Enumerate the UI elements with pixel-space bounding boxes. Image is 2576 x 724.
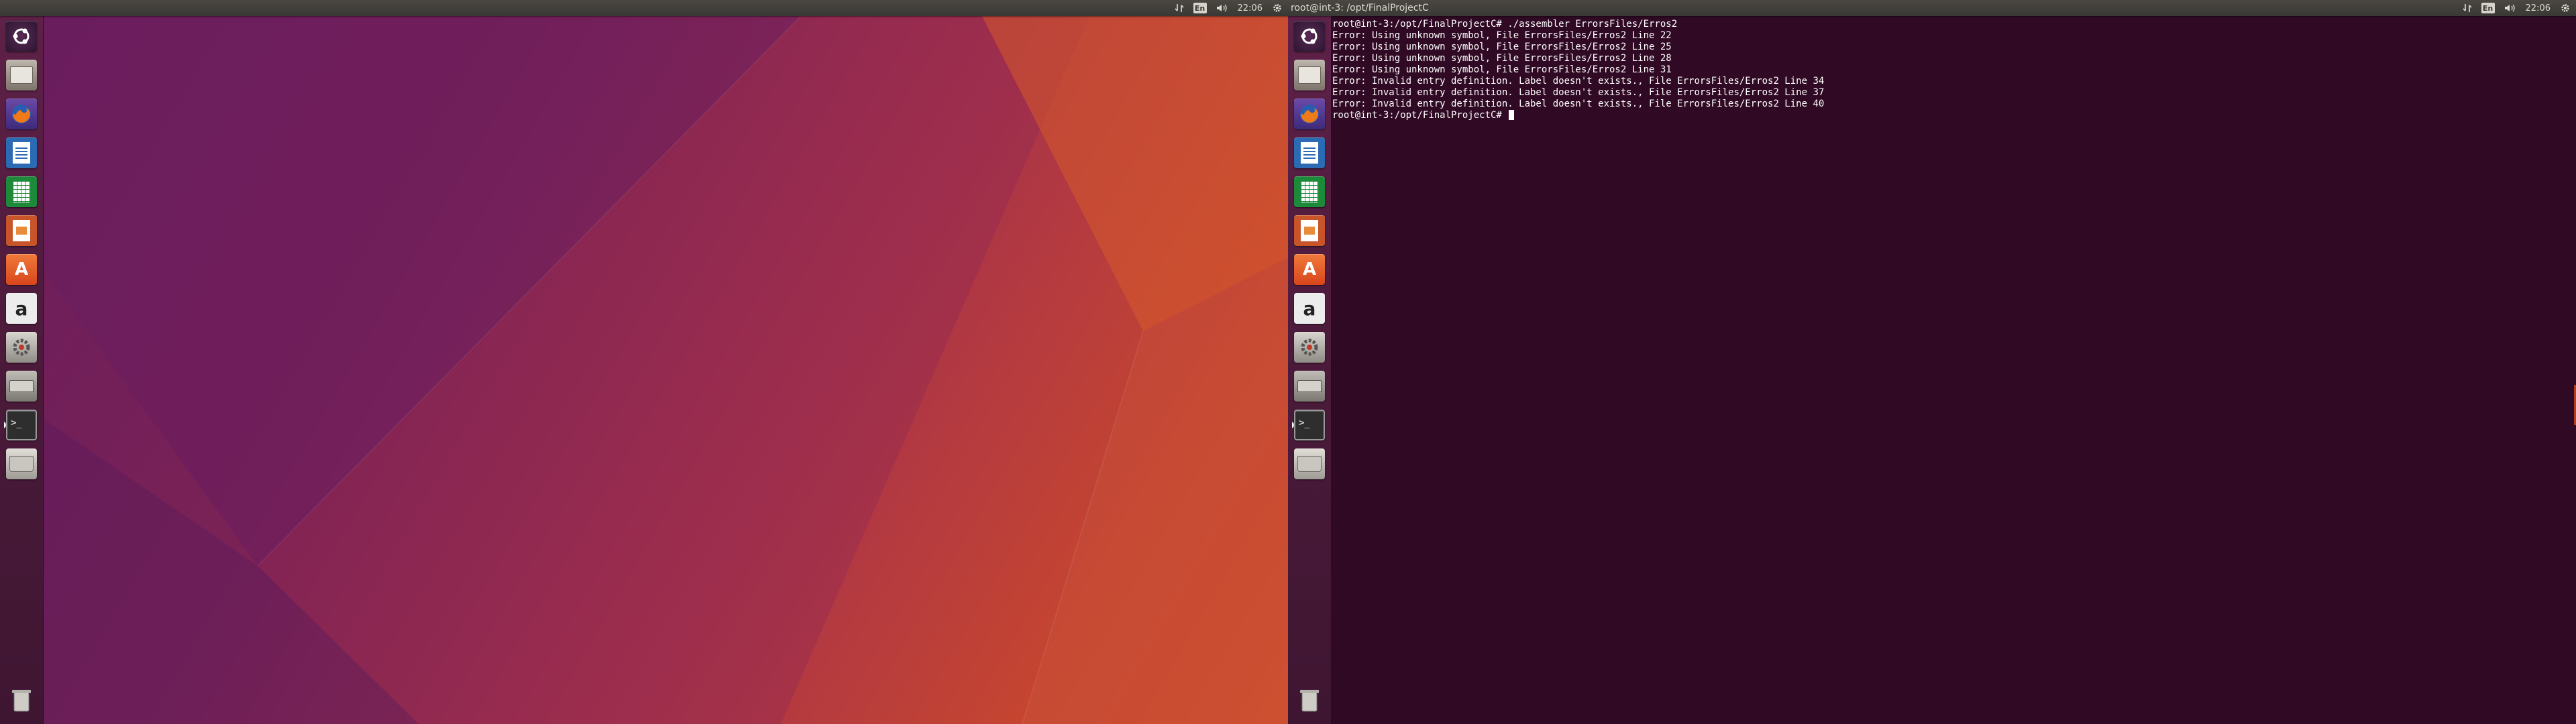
ubuntu-dash-icon[interactable] (1292, 19, 1327, 54)
desktop-wallpaper (43, 16, 1288, 724)
gear-icon[interactable] (1272, 3, 1283, 13)
volume-icon[interactable] (1216, 3, 1228, 13)
libreoffice-writer-icon[interactable] (4, 135, 39, 170)
ubuntu-software-icon[interactable]: A (1292, 252, 1327, 287)
amazon-icon[interactable]: a (1292, 291, 1327, 326)
system-settings-icon[interactable] (4, 330, 39, 365)
terminal-line: Error: Invalid entry definition. Label d… (1332, 76, 1825, 86)
libreoffice-calc-icon[interactable] (1292, 174, 1327, 209)
launcher-left: A a >_ (0, 16, 44, 724)
terminal-line: Error: Invalid entry definition. Label d… (1332, 87, 1825, 98)
usb-drive-icon[interactable] (1292, 446, 1327, 481)
keyboard-layout-indicator[interactable]: En (2481, 3, 2495, 13)
files-icon[interactable] (1292, 58, 1327, 93)
volume-icon[interactable] (2504, 3, 2516, 13)
terminal-icon[interactable]: >_ (1292, 408, 1327, 442)
libreoffice-calc-icon[interactable] (4, 174, 39, 209)
system-settings-icon[interactable] (1292, 330, 1327, 365)
window-title: root@int-3: /opt/FinalProjectC (1291, 3, 1429, 13)
firefox-icon[interactable] (1292, 97, 1327, 131)
terminal-prompt: root@int-3:/opt/FinalProjectC# (1332, 110, 1508, 121)
terminal-line: Error: Using unknown symbol, File Errors… (1332, 53, 1672, 64)
libreoffice-writer-icon[interactable] (1292, 135, 1327, 170)
terminal-line: Error: Using unknown symbol, File Errors… (1332, 64, 1672, 75)
terminal-icon[interactable]: >_ (4, 408, 39, 442)
ubuntu-software-icon[interactable]: A (4, 252, 39, 287)
clock[interactable]: 22:06 (2526, 3, 2551, 13)
amazon-icon[interactable]: a (4, 291, 39, 326)
firefox-icon[interactable] (4, 97, 39, 131)
trash-icon[interactable] (1292, 682, 1327, 717)
terminal-line: Error: Using unknown symbol, File Errors… (1332, 30, 1672, 41)
network-icon[interactable] (1174, 3, 1184, 13)
terminal-cursor (1509, 110, 1515, 120)
usb-drive-icon[interactable] (4, 446, 39, 481)
launcher-right: A a >_ (1288, 16, 1332, 724)
files-icon[interactable] (4, 58, 39, 93)
right-screen: root@int-3: /opt/FinalProjectC En 22:06 (1288, 0, 2576, 724)
terminal-window[interactable]: root@int-3:/opt/FinalProjectC# ./assembl… (1331, 16, 2576, 724)
left-screen: En 22:06 A a >_ (0, 0, 1288, 724)
network-icon[interactable] (2462, 3, 2472, 13)
top-panel-left: En 22:06 (0, 0, 1288, 16)
libreoffice-impress-icon[interactable] (4, 213, 39, 248)
indicator-area-left: En 22:06 (1174, 0, 1288, 16)
ubuntu-dash-icon[interactable] (4, 19, 39, 54)
top-panel-right: root@int-3: /opt/FinalProjectC En 22:06 (1288, 0, 2576, 16)
libreoffice-impress-icon[interactable] (1292, 213, 1327, 248)
indicator-area-right: En 22:06 (2462, 0, 2576, 16)
terminal-line: root@int-3:/opt/FinalProjectC# ./assembl… (1332, 19, 1678, 29)
keyboard-layout-indicator[interactable]: En (1193, 3, 1207, 13)
trash-icon[interactable] (4, 682, 39, 717)
disk-drive-icon[interactable] (4, 369, 39, 404)
terminal-line: Error: Invalid entry definition. Label d… (1332, 99, 1825, 109)
terminal-line: Error: Using unknown symbol, File Errors… (1332, 42, 1672, 52)
clock[interactable]: 22:06 (1238, 3, 1263, 13)
terminal-prompt-line[interactable]: root@int-3:/opt/FinalProjectC# (1331, 110, 2576, 121)
disk-drive-icon[interactable] (1292, 369, 1327, 404)
gear-icon[interactable] (2560, 3, 2571, 13)
